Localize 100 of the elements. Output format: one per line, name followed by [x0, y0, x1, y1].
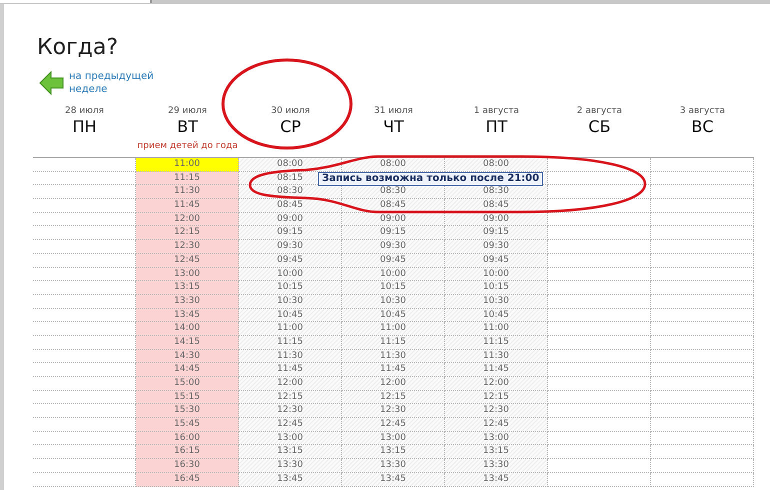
time-slot: 09:15 [342, 226, 445, 240]
time-slot[interactable]: 15:15 [136, 390, 239, 404]
time-slot[interactable]: 14:15 [136, 336, 239, 350]
day-date: 30 июля [271, 105, 310, 117]
time-slot: 13:45 [239, 472, 342, 486]
day-name: ВТ [177, 117, 198, 137]
tooltip: Запись возможна только после 21:00 [318, 172, 544, 186]
time-slot: 11:00 [445, 322, 548, 336]
time-slot: 11:15 [342, 336, 445, 350]
day-date: 31 июля [374, 105, 413, 117]
time-slot: 09:15 [445, 226, 548, 240]
time-slot: 09:00 [239, 212, 342, 226]
time-slot: 11:30 [239, 350, 342, 364]
time-slot: 12:30 [239, 404, 342, 418]
time-slot[interactable]: 13:00 [136, 268, 239, 282]
time-slot: 10:45 [239, 308, 342, 322]
time-slot[interactable]: 12:15 [136, 226, 239, 240]
time-slot: 09:45 [445, 254, 548, 268]
time-slot: 10:15 [239, 281, 342, 295]
time-slot: 13:45 [445, 472, 548, 486]
time-slot: 11:30 [445, 350, 548, 364]
time-slot: 13:15 [239, 445, 342, 460]
time-slot: 10:00 [239, 268, 342, 282]
time-slot: 09:45 [239, 254, 342, 268]
time-slot[interactable]: 11:45 [136, 199, 239, 213]
previous-week-link[interactable]: на предыдущей неделе [69, 70, 164, 96]
time-slot: 10:15 [445, 281, 548, 295]
time-slot[interactable]: 11:30 [136, 185, 239, 200]
time-slot: 09:15 [239, 226, 342, 240]
time-slot: 12:30 [342, 404, 445, 418]
time-slot: 09:00 [342, 212, 445, 226]
time-slot: 12:45 [445, 418, 548, 432]
time-slot[interactable]: 11:15 [136, 172, 239, 186]
time-slot: 10:30 [342, 294, 445, 309]
day-date: 3 августа [680, 105, 726, 117]
time-slot: 13:30 [239, 459, 342, 473]
back-arrow-icon[interactable] [39, 70, 65, 96]
time-slot: 12:00 [239, 377, 342, 391]
day-date: 1 августа [474, 105, 520, 117]
time-slot: 11:15 [239, 336, 342, 350]
time-slot: 12:45 [342, 418, 445, 432]
time-slot[interactable]: 16:45 [136, 472, 239, 486]
time-slot: 12:15 [445, 390, 548, 404]
time-slot: 12:45 [239, 418, 342, 432]
day-date: 29 июля [168, 105, 207, 117]
time-slot: 11:45 [342, 363, 445, 377]
time-slot[interactable]: 15:30 [136, 404, 239, 418]
day-name: ВС [691, 117, 714, 137]
time-slot: 12:00 [342, 377, 445, 391]
time-slot[interactable]: 12:00 [136, 212, 239, 226]
time-slot[interactable]: 15:45 [136, 418, 239, 432]
time-slot[interactable]: 14:00 [136, 322, 239, 336]
time-slot[interactable]: 13:30 [136, 294, 239, 309]
time-slot[interactable]: 15:00 [136, 377, 239, 391]
time-slot: 08:30 [445, 185, 548, 200]
time-slot[interactable]: 14:45 [136, 363, 239, 377]
time-slot: 13:00 [239, 432, 342, 446]
time-slot: 13:00 [445, 432, 548, 446]
day-name: ЧТ [383, 117, 404, 137]
time-slot: 13:45 [342, 472, 445, 486]
time-slot: 11:00 [239, 322, 342, 336]
time-slot[interactable]: 16:00 [136, 432, 239, 446]
time-slot: 10:30 [445, 294, 548, 309]
time-slot: 10:45 [445, 308, 548, 322]
time-slot: 12:15 [342, 390, 445, 404]
time-slot: 08:30 [342, 185, 445, 200]
time-slot: 09:00 [445, 212, 548, 226]
time-slot: 10:00 [445, 268, 548, 282]
day-name: ПТ [486, 117, 508, 137]
time-slot[interactable]: 13:45 [136, 308, 239, 322]
time-slot: 08:00 [445, 158, 548, 172]
time-slot[interactable]: 11:00 [136, 158, 239, 172]
time-slot: 08:45 [239, 199, 342, 213]
time-slot: 10:00 [342, 268, 445, 282]
time-slot: 13:00 [342, 432, 445, 446]
time-slot: 12:00 [445, 377, 548, 391]
time-slot: 11:45 [239, 363, 342, 377]
day-date: 28 июля [65, 105, 104, 117]
time-slot: 13:15 [342, 445, 445, 460]
time-slot[interactable]: 13:15 [136, 281, 239, 295]
day-date: 2 августа [576, 105, 622, 117]
time-slot: 13:30 [342, 459, 445, 473]
time-slot: 11:30 [342, 350, 445, 364]
time-slot[interactable]: 16:15 [136, 445, 239, 460]
time-slot: 11:00 [342, 322, 445, 336]
time-slot: 10:15 [342, 281, 445, 295]
time-slot: 09:45 [342, 254, 445, 268]
time-slot: 10:30 [239, 294, 342, 309]
time-slot[interactable]: 12:30 [136, 240, 239, 254]
time-slot[interactable]: 12:45 [136, 254, 239, 268]
time-slot: 09:30 [239, 240, 342, 254]
day-name: СБ [588, 117, 611, 137]
time-slot[interactable]: 16:30 [136, 459, 239, 473]
time-slot: 10:45 [342, 308, 445, 322]
time-slot: 13:15 [445, 445, 548, 460]
time-slot: 12:30 [445, 404, 548, 418]
page-title: Когда? [37, 34, 120, 62]
time-slot[interactable]: 14:30 [136, 350, 239, 364]
time-slot: 11:15 [445, 336, 548, 350]
time-slot: 12:15 [239, 390, 342, 404]
